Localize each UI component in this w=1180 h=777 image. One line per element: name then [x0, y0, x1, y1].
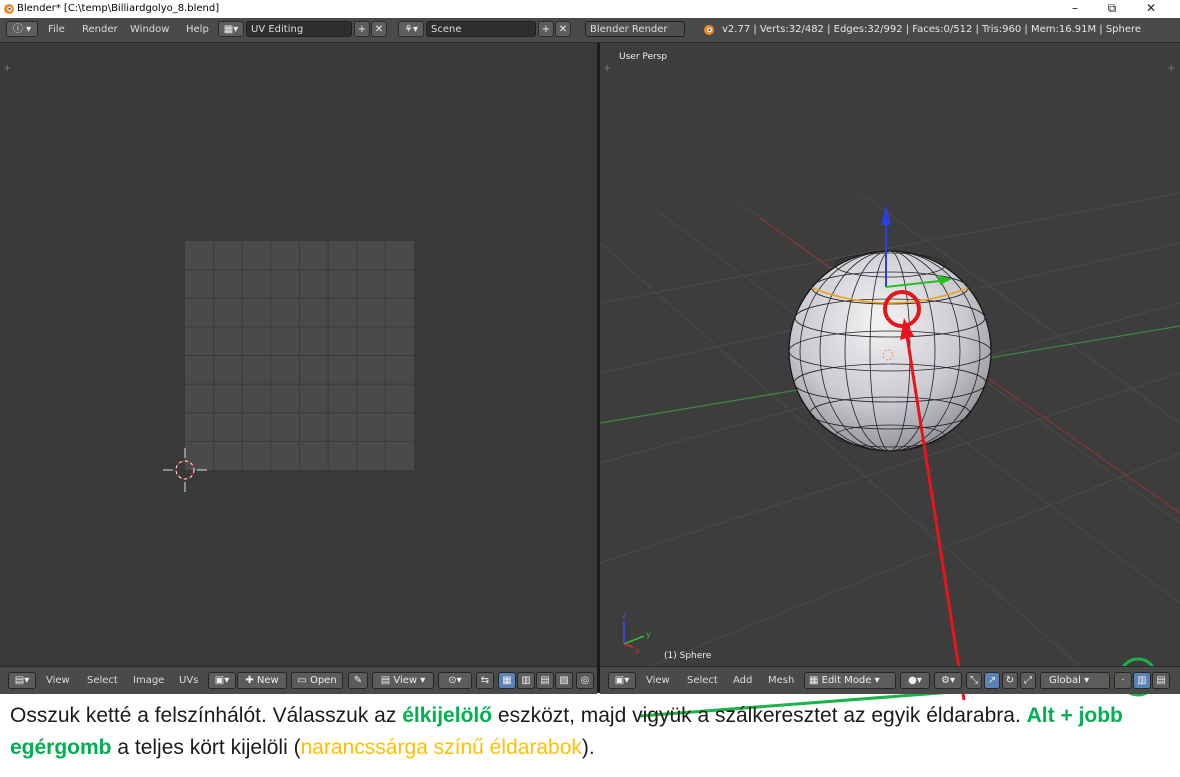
uv-menu-uvs[interactable]: UVs [179, 675, 198, 686]
annotation-overlay [639, 290, 1158, 718]
sync-selection-icon[interactable]: ⇆ [476, 672, 494, 689]
viewport-menu-add[interactable]: Add [733, 675, 752, 686]
image-browse-button[interactable]: ▣▾ [208, 672, 236, 689]
red-highlight-circle [883, 290, 921, 328]
viewport-menu-view[interactable]: View [646, 675, 670, 686]
viewport-menu-select[interactable]: Select [687, 675, 718, 686]
mode-select[interactable]: ▦ Edit Mode ▾ [804, 672, 896, 689]
highlight-edge-select-tool: élkijelölő [402, 704, 493, 727]
uv-menu-image[interactable]: Image [133, 675, 164, 686]
red-pointer-arrow [905, 335, 966, 701]
view-mode-select[interactable]: ▤ View ▾ [372, 672, 434, 689]
pivot-point-select[interactable]: ⚙▾ [934, 672, 962, 689]
viewport-menu-mesh[interactable]: Mesh [768, 675, 794, 686]
shading-select[interactable]: ●▾ [900, 672, 930, 689]
open-image-button[interactable]: ▭ Open [291, 672, 343, 689]
uv-menu-view[interactable]: View [46, 675, 70, 686]
scale-manipulator-icon[interactable]: ⤢ [1020, 672, 1036, 689]
manipulator-toggle-icon[interactable]: ⤡ [966, 672, 982, 689]
translate-manipulator-icon[interactable]: ↗ [984, 672, 1000, 689]
face-select-mode-icon[interactable]: ▤ [1152, 672, 1170, 689]
highlight-orange-edges: narancssárga színű éldarabok [300, 736, 582, 759]
transform-orientation-select[interactable]: Global ▾ [1040, 672, 1110, 689]
viewport-editor-type-button[interactable]: ▣▾ [608, 672, 636, 689]
3d-viewport-header: ▣▾ View Select Add Mesh ▦ Edit Mode ▾ ●▾… [600, 666, 1180, 694]
uv-menu-select[interactable]: Select [87, 675, 118, 686]
uv-editor-header: ▤▾ View Select Image UVs ▣▾ ✚ New ▭ Open… [0, 666, 597, 694]
rotate-manipulator-icon[interactable]: ↻ [1002, 672, 1018, 689]
pin-icon[interactable]: ✎ [348, 672, 368, 689]
instruction-caption: Osszuk ketté a felszínhálót. Válasszuk a… [10, 704, 1123, 759]
uv-editor-type-button[interactable]: ▤▾ [8, 672, 36, 689]
edge-select-icon[interactable]: ▥ [517, 672, 535, 689]
proportional-edit-icon[interactable]: ◎ [576, 672, 594, 689]
vertex-select-mode-icon[interactable]: · [1114, 672, 1132, 689]
pivot-select[interactable]: ⊙▾ [438, 672, 472, 689]
island-select-icon[interactable]: ▧ [555, 672, 573, 689]
vertex-select-icon[interactable]: ▦ [498, 672, 516, 689]
face-select-icon[interactable]: ▤ [536, 672, 554, 689]
edge-select-mode-icon[interactable]: ▥ [1133, 672, 1151, 689]
new-image-button[interactable]: ✚ New [237, 672, 287, 689]
